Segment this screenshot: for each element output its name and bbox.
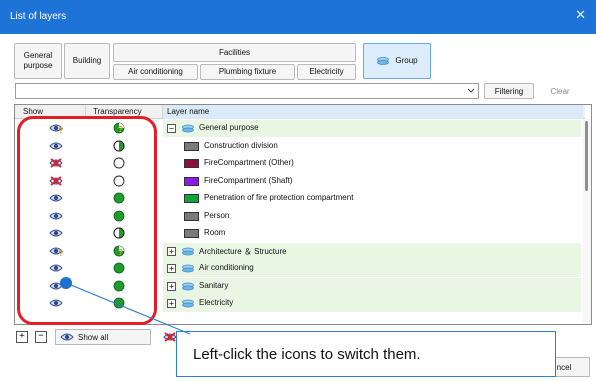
layer-list: Show Transparency Layer name ?? − General …: [14, 104, 592, 325]
layer-row[interactable]: + Sanitary: [15, 277, 581, 295]
scrollbar[interactable]: [583, 119, 591, 324]
column-transparency[interactable]: Transparency: [93, 107, 142, 116]
layer-name: Construction division: [204, 140, 278, 150]
tab-facilities[interactable]: Facilities: [113, 43, 356, 62]
transparency-solid-icon[interactable]: [113, 262, 125, 274]
list-header: Show Transparency Layer name: [15, 105, 585, 119]
tab-electricity[interactable]: Electricity: [297, 64, 356, 80]
group-layers-icon: [182, 282, 194, 290]
layer-row[interactable]: + Air conditioning: [15, 260, 581, 277]
layer-color-swatch: [184, 159, 199, 168]
hide-all-icon[interactable]: [163, 331, 177, 343]
scrollbar-thumb[interactable]: [585, 121, 588, 191]
svg-text:?: ?: [59, 249, 64, 257]
column-layer-name[interactable]: Layer name: [167, 107, 209, 116]
column-divider: [162, 105, 163, 119]
layer-name: Person: [204, 210, 230, 220]
layer-row[interactable]: Person: [15, 208, 581, 225]
eye-icon[interactable]: [49, 297, 63, 309]
expand-toggle[interactable]: +: [167, 264, 176, 273]
layer-name: FireCompartment (Shaft): [204, 175, 293, 185]
expand-all-button[interactable]: +: [16, 331, 28, 343]
window-title: List of layers: [10, 11, 67, 22]
svg-text:?: ?: [118, 125, 123, 134]
collapse-all-button[interactable]: −: [35, 331, 47, 343]
transparency-half-icon[interactable]: [113, 140, 125, 152]
group-layers-icon: [182, 299, 194, 308]
group-layers-icon: [182, 264, 194, 273]
layer-row[interactable]: FireCompartment (Other): [15, 155, 581, 172]
chevron-down-icon[interactable]: [466, 85, 476, 97]
layer-row[interactable]: Construction division: [15, 138, 581, 155]
layer-color-swatch: [184, 141, 199, 151]
column-show[interactable]: Show: [23, 107, 43, 116]
layer-name: FireCompartment (Other): [204, 158, 294, 167]
tab-plumbing-fixture[interactable]: Plumbing fixture: [200, 64, 295, 80]
eye-partial-icon[interactable]: ?: [49, 245, 63, 257]
layer-name: Sanitary: [199, 280, 229, 290]
close-icon[interactable]: ✕: [575, 8, 586, 21]
expand-toggle[interactable]: +: [167, 281, 176, 291]
layer-row[interactable]: FireCompartment (Shaft): [15, 173, 581, 190]
layer-name: Electricity: [199, 298, 234, 307]
transparency-solid-icon[interactable]: [113, 210, 125, 222]
title-bar: List of layers ✕: [0, 0, 596, 34]
transparency-solid-icon[interactable]: [113, 192, 125, 204]
eye-icon[interactable]: [49, 192, 63, 204]
layer-name: Architecture ＆ Structure: [199, 246, 287, 256]
transparency-mixed-icon[interactable]: ?: [113, 122, 125, 134]
layer-row[interactable]: Room: [15, 225, 581, 242]
layer-name: Room: [204, 228, 226, 237]
transparency-solid-icon[interactable]: [113, 297, 125, 309]
layer-color-swatch: [184, 229, 199, 238]
layer-name: General purpose: [199, 123, 259, 132]
layer-name-header-bg: [163, 105, 583, 119]
tab-group[interactable]: Group: [363, 43, 431, 79]
expand-toggle[interactable]: +: [167, 246, 176, 256]
layer-row[interactable]: + Electricity: [15, 295, 581, 312]
eye-hidden-icon[interactable]: [49, 175, 63, 187]
layer-color-swatch: [184, 211, 199, 221]
layer-color-swatch: [184, 176, 199, 186]
collapse-toggle[interactable]: −: [167, 124, 176, 133]
eye-icon[interactable]: [49, 280, 63, 292]
svg-text:?: ?: [118, 248, 123, 257]
clear-button[interactable]: Clear: [540, 83, 580, 99]
eye-icon[interactable]: [49, 262, 63, 274]
eye-hidden-icon[interactable]: [49, 157, 63, 169]
tab-group-label: Group: [395, 56, 418, 65]
eye-icon[interactable]: [49, 140, 63, 152]
show-all-label: Show all: [78, 332, 109, 342]
tab-air-conditioning[interactable]: Air conditioning: [113, 64, 198, 80]
annotation-text: Left-click the icons to switch them.: [193, 346, 421, 363]
cancel-label: ncel: [556, 362, 572, 372]
eye-partial-icon[interactable]: ?: [49, 122, 63, 134]
column-divider: [85, 105, 86, 119]
annotation-callout: Left-click the icons to switch them.: [176, 331, 556, 377]
transparency-solid-icon[interactable]: [113, 280, 125, 292]
filter-combobox[interactable]: [15, 83, 479, 99]
show-all-button[interactable]: Show all: [55, 329, 151, 345]
group-layers-icon: [182, 124, 194, 133]
group-layers-icon: [182, 247, 194, 255]
layer-name: Penetration of fire protection compartme…: [204, 193, 354, 202]
layer-color-swatch: [184, 194, 199, 203]
filtering-button[interactable]: Filtering: [484, 83, 534, 99]
layer-row[interactable]: ?? + Architecture ＆ Structure: [15, 242, 581, 260]
eye-icon[interactable]: [49, 210, 63, 222]
svg-text:?: ?: [59, 126, 64, 134]
group-layers-icon: [377, 57, 390, 65]
transparency-clear-icon[interactable]: [113, 175, 125, 187]
transparency-mixed-icon[interactable]: ?: [113, 245, 125, 257]
eye-icon: [60, 333, 74, 341]
layer-row[interactable]: ?? − General purpose: [15, 120, 581, 137]
layer-name: Air conditioning: [199, 263, 254, 272]
eye-icon[interactable]: [49, 227, 63, 239]
tab-general-purpose[interactable]: General purpose: [14, 43, 62, 79]
transparency-half-icon[interactable]: [113, 227, 125, 239]
tab-building[interactable]: Building: [64, 43, 110, 79]
transparency-clear-icon[interactable]: [113, 157, 125, 169]
expand-toggle[interactable]: +: [167, 299, 176, 308]
layer-row[interactable]: Penetration of fire protection compartme…: [15, 190, 581, 207]
